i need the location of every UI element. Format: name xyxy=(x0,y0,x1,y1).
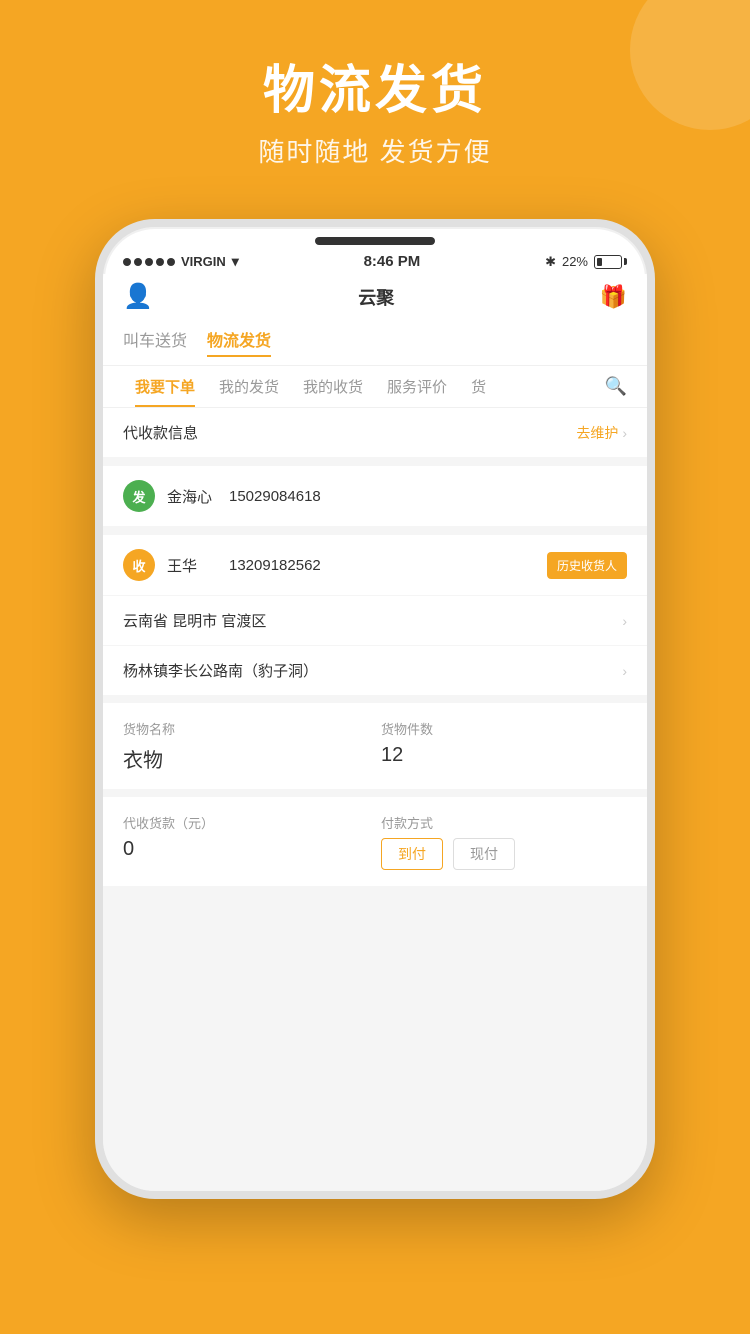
signal-dot-3 xyxy=(145,258,153,266)
tab-my-delivery[interactable]: 我的发货 xyxy=(207,366,291,407)
app-title: 云聚 xyxy=(358,284,394,310)
cod-label: 代收货款（元） xyxy=(123,813,369,832)
receiver-badge-text: 收 xyxy=(132,556,145,575)
history-receiver-button[interactable]: 历史收货人 xyxy=(547,552,627,579)
cod-value: 0 xyxy=(123,838,369,861)
goods-name-label: 货物名称 xyxy=(123,719,369,738)
bluetooth-icon: ✱ xyxy=(545,254,556,270)
payment-section: 代收货款（元） 0 付款方式 到付 现付 xyxy=(103,789,647,886)
goods-count-value: 12 xyxy=(381,744,627,767)
cod-group: 代收货款（元） 0 xyxy=(123,813,369,870)
signal-dot-5 xyxy=(167,258,175,266)
sender-badge: 发 xyxy=(123,480,155,512)
status-left: VIRGIN ▾ xyxy=(123,253,239,270)
payment-method-label: 付款方式 xyxy=(381,813,627,832)
page-title: 物流发货 xyxy=(0,60,750,122)
content-area: 代收款信息 去维护 › 发 金海心 15029084618 xyxy=(103,408,647,1191)
payment-grid: 代收货款（元） 0 付款方式 到付 现付 xyxy=(123,813,627,870)
region-chevron-icon: › xyxy=(622,613,627,629)
sender-badge-text: 发 xyxy=(132,487,145,506)
receiver-name: 王华 xyxy=(167,555,217,576)
top-tab-bar: 叫车送货 物流发货 xyxy=(103,319,647,366)
sender-phone: 15029084618 xyxy=(229,488,627,505)
sender-name: 金海心 xyxy=(167,486,217,507)
payment-options: 到付 现付 xyxy=(381,838,627,870)
receiver-card: 收 王华 13209182562 历史收货人 云南省 昆明市 官渡区 › 杨林镇… xyxy=(103,534,647,695)
collection-label: 代收款信息 xyxy=(123,422,198,443)
region-text: 云南省 昆明市 官渡区 xyxy=(123,610,266,631)
carrier-name: VIRGIN xyxy=(181,254,226,269)
page-subtitle: 随时随地 发货方便 xyxy=(0,132,750,169)
goods-grid: 货物名称 衣物 货物件数 12 xyxy=(123,719,627,773)
phone-mockup: VIRGIN ▾ 8:46 PM ✱ 22% 👤 云聚 🎁 xyxy=(95,219,655,1199)
payment-option-cod[interactable]: 到付 xyxy=(381,838,443,870)
goods-count-label: 货物件数 xyxy=(381,719,627,738)
app-header: 👤 云聚 🎁 xyxy=(103,274,647,319)
gift-icon[interactable]: 🎁 xyxy=(600,284,627,310)
goods-name-group: 货物名称 衣物 xyxy=(123,719,369,773)
tab-call-delivery[interactable]: 叫车送货 xyxy=(123,327,187,357)
status-right: ✱ 22% xyxy=(545,254,627,270)
tab-goods[interactable]: 货 xyxy=(459,366,498,407)
tab-order[interactable]: 我要下单 xyxy=(123,366,207,407)
battery-icon xyxy=(594,255,627,269)
signal-dot-1 xyxy=(123,258,131,266)
phone-frame: VIRGIN ▾ 8:46 PM ✱ 22% 👤 云聚 🎁 xyxy=(95,219,655,1199)
sender-row[interactable]: 发 金海心 15029084618 xyxy=(103,465,647,526)
signal-dot-4 xyxy=(156,258,164,266)
detail-chevron-icon: › xyxy=(622,663,627,679)
search-icon[interactable]: 🔍 xyxy=(605,376,627,397)
collection-action-text: 去维护 xyxy=(576,423,618,443)
signal-dot-2 xyxy=(134,258,142,266)
battery-fill xyxy=(597,258,602,266)
goods-name-value: 衣物 xyxy=(123,744,369,773)
payment-method-group: 付款方式 到付 现付 xyxy=(381,813,627,870)
header-section: 物流发货 随时随地 发货方便 xyxy=(0,0,750,199)
collection-row: 代收款信息 去维护 › xyxy=(103,408,647,457)
wifi-icon: ▾ xyxy=(232,253,239,270)
receiver-badge: 收 xyxy=(123,549,155,581)
collection-action[interactable]: 去维护 › xyxy=(576,423,627,443)
signal-dots xyxy=(123,258,175,266)
status-time: 8:46 PM xyxy=(364,253,421,270)
status-bar: VIRGIN ▾ 8:46 PM ✱ 22% xyxy=(103,245,647,274)
tab-reviews[interactable]: 服务评价 xyxy=(375,366,459,407)
sub-tab-bar: 我要下单 我的发货 我的收货 服务评价 货 🔍 xyxy=(103,366,647,408)
tab-logistics[interactable]: 物流发货 xyxy=(207,327,271,357)
goods-section: 货物名称 衣物 货物件数 12 xyxy=(103,703,647,789)
collection-chevron-icon: › xyxy=(622,425,627,441)
sender-card: 发 金海心 15029084618 xyxy=(103,465,647,526)
battery-tip xyxy=(624,258,627,265)
collection-info-card: 代收款信息 去维护 › xyxy=(103,408,647,457)
phone-notch xyxy=(315,237,435,245)
receiver-row[interactable]: 收 王华 13209182562 历史收货人 xyxy=(103,534,647,595)
goods-count-group: 货物件数 12 xyxy=(381,719,627,773)
user-icon[interactable]: 👤 xyxy=(123,282,153,311)
detail-address-row[interactable]: 杨林镇李长公路南（豹子洞） › xyxy=(103,645,647,695)
detail-address-text: 杨林镇李长公路南（豹子洞） xyxy=(123,660,318,681)
battery-percent: 22% xyxy=(562,254,588,269)
region-row[interactable]: 云南省 昆明市 官渡区 › xyxy=(103,595,647,645)
battery-body xyxy=(594,255,622,269)
payment-option-cash[interactable]: 现付 xyxy=(453,838,515,870)
receiver-phone: 13209182562 xyxy=(229,557,535,574)
tab-my-receipt[interactable]: 我的收货 xyxy=(291,366,375,407)
